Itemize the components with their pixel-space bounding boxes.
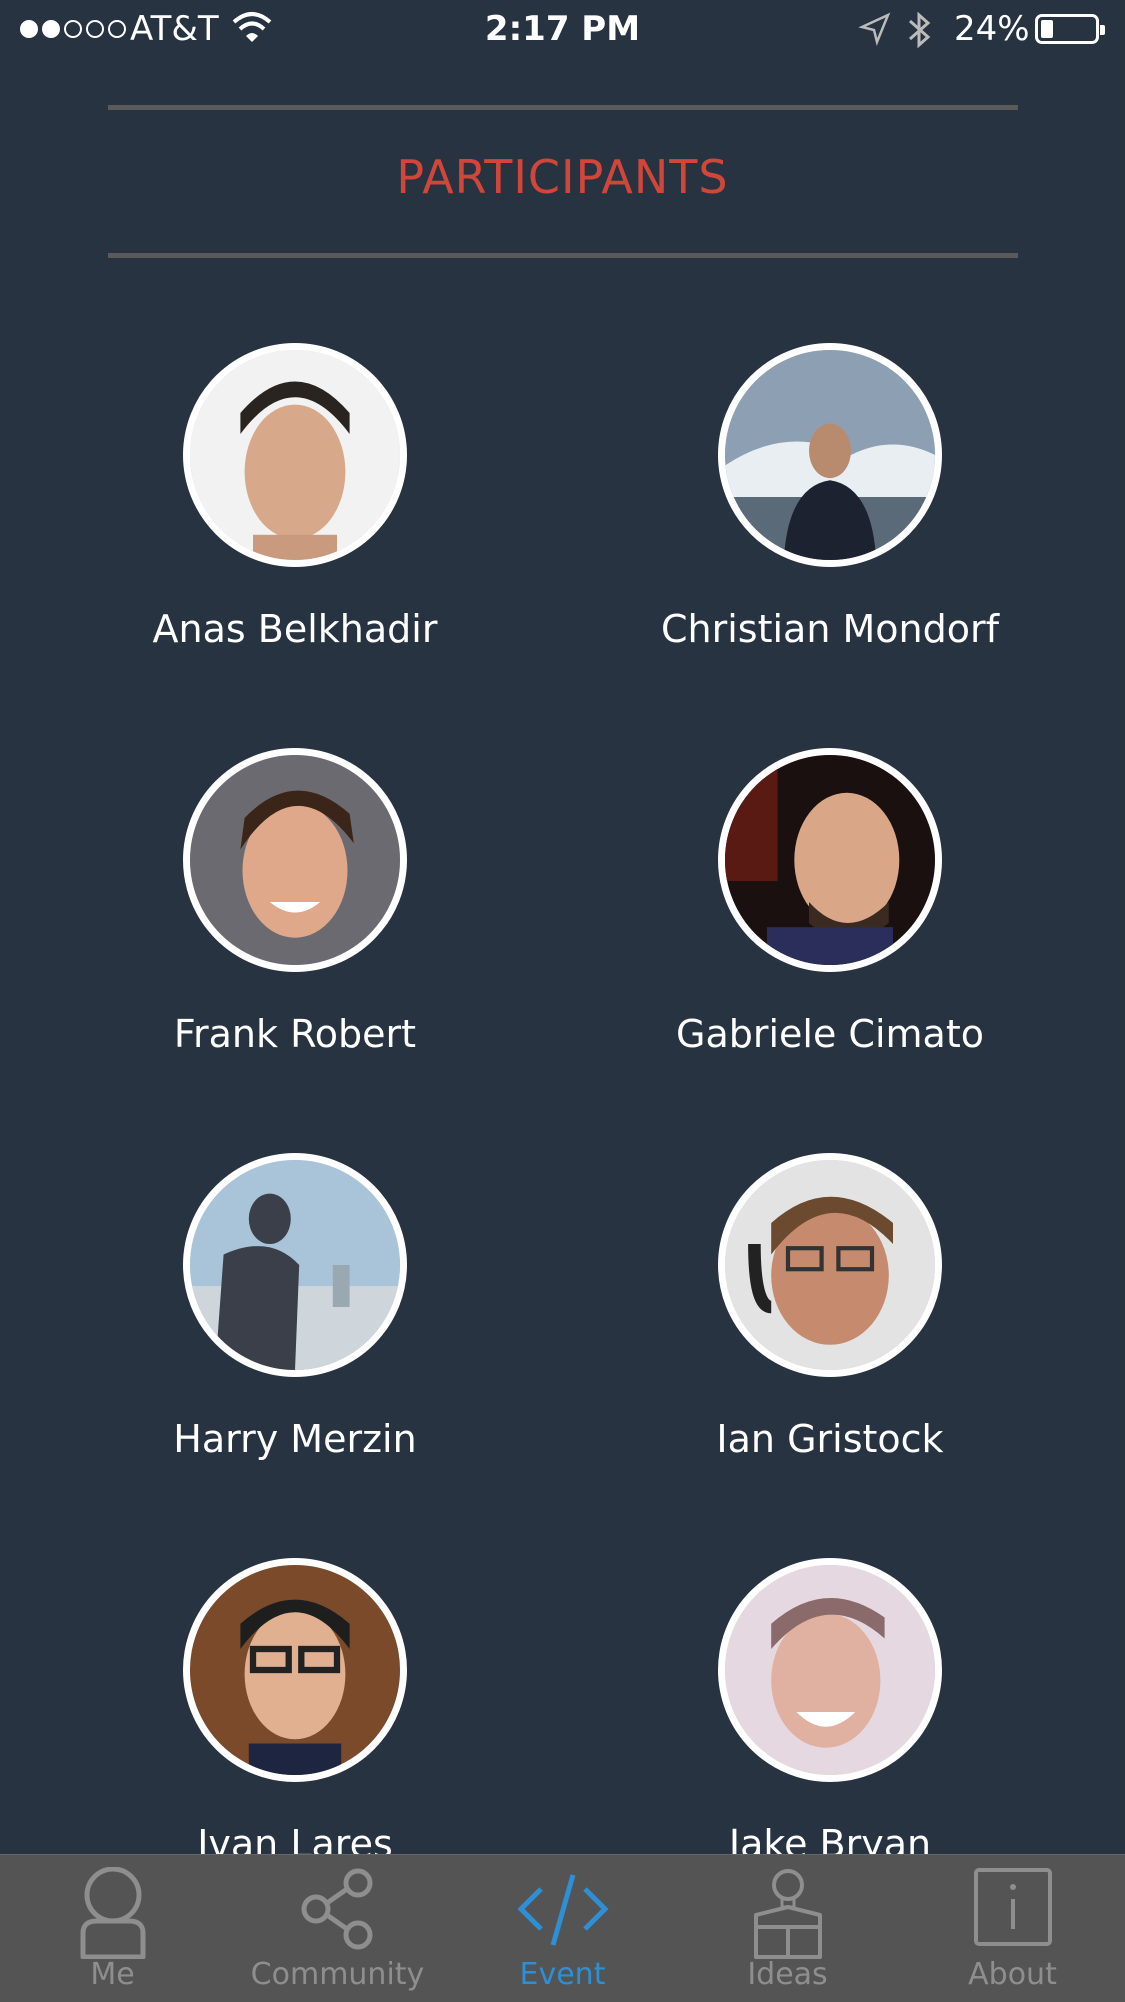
avatar [183, 1558, 407, 1782]
participant-card[interactable]: Ivan Lares [45, 1558, 545, 1855]
tab-label: Event [519, 1957, 606, 1992]
participant-name: Anas Belkhadir [152, 607, 438, 651]
participant-card[interactable]: Christian Mondorf [580, 343, 1080, 651]
participant-card[interactable]: Frank Robert [45, 748, 545, 1056]
lightbulb-box-icon [752, 1867, 824, 1963]
participant-name: Jake Bryan [728, 1822, 932, 1855]
participant-name: Gabriele Cimato [676, 1012, 984, 1056]
person-icon [77, 1866, 149, 1963]
avatar [183, 343, 407, 567]
avatar [183, 748, 407, 972]
avatar [183, 1153, 407, 1377]
tab-label: About [968, 1957, 1057, 1992]
tab-ideas[interactable]: Ideas [675, 1855, 900, 2002]
tab-bar: Me Community Event Ideas About [0, 1854, 1125, 2002]
avatar [718, 343, 942, 567]
participant-card[interactable]: Anas Belkhadir [45, 343, 545, 651]
tab-label: Me [90, 1957, 135, 1992]
share-icon [298, 1867, 378, 1955]
tab-event[interactable]: Event [450, 1855, 675, 2002]
avatar [718, 748, 942, 972]
participant-card[interactable]: Harry Merzin [45, 1153, 545, 1461]
participant-name: Christian Mondorf [661, 607, 999, 651]
avatar [718, 1558, 942, 1782]
tab-about[interactable]: About [900, 1855, 1125, 2002]
participant-name: Frank Robert [173, 1012, 417, 1056]
participant-name: Ian Gristock [716, 1417, 944, 1461]
tab-label: Community [250, 1957, 425, 1992]
tab-me[interactable]: Me [0, 1855, 225, 2002]
tab-community[interactable]: Community [225, 1855, 450, 2002]
participant-card[interactable]: Gabriele Cimato [580, 748, 1080, 1056]
participant-card[interactable]: Ian Gristock [580, 1153, 1080, 1461]
info-icon [973, 1867, 1053, 1951]
avatar [718, 1153, 942, 1377]
participant-name: Harry Merzin [173, 1417, 417, 1461]
participant-name: Ivan Lares [197, 1822, 393, 1855]
code-icon [516, 1867, 609, 1955]
participants-grid: Anas Belkhadir Christian Mondorf Frank R… [0, 0, 1125, 1855]
tab-label: Ideas [747, 1957, 828, 1992]
participant-card[interactable]: Jake Bryan [580, 1558, 1080, 1855]
